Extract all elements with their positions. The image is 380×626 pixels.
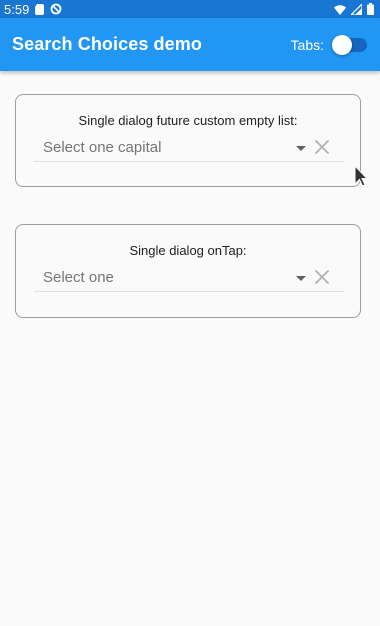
- tabs-switch-thumb: [332, 34, 352, 55]
- app-bar: Search Choices demo Tabs:: [0, 18, 380, 71]
- card-hint: Single dialog future custom empty list:: [78, 113, 298, 128]
- app-title: Search Choices demo: [12, 34, 202, 54]
- signal-icon: [351, 3, 362, 15]
- dropdown-placeholder: Select one: [43, 269, 114, 286]
- ontap-dropdown[interactable]: Select one: [34, 263, 344, 292]
- clear-icon[interactable]: [313, 268, 331, 286]
- dropdown-arrow-icon[interactable]: [296, 276, 306, 281]
- search-choice-card-ontap: Single dialog onTap: Select one: [15, 224, 361, 318]
- search-choice-card-capital: Single dialog future custom empty list: …: [15, 94, 361, 187]
- status-right: [334, 3, 374, 15]
- dropdown-arrow-icon[interactable]: [296, 146, 306, 151]
- sim-card-icon: [35, 3, 45, 15]
- dropdown-placeholder: Select one capital: [43, 139, 162, 156]
- tabs-switch[interactable]: [332, 34, 368, 56]
- battery-icon: [367, 3, 374, 15]
- status-bar: 5:59: [0, 0, 380, 18]
- status-time: 5:59: [4, 1, 30, 17]
- clear-icon[interactable]: [313, 138, 331, 156]
- mouse-cursor-icon: [354, 164, 369, 192]
- data-saver-icon: [50, 3, 62, 15]
- status-left: 5:59: [4, 2, 62, 17]
- capital-dropdown[interactable]: Select one capital: [34, 133, 344, 162]
- tabs-label: Tabs:: [290, 36, 324, 53]
- wifi-icon: [334, 4, 346, 15]
- tabs-toggle-group: Tabs:: [291, 34, 368, 56]
- card-hint: Single dialog onTap:: [129, 243, 247, 258]
